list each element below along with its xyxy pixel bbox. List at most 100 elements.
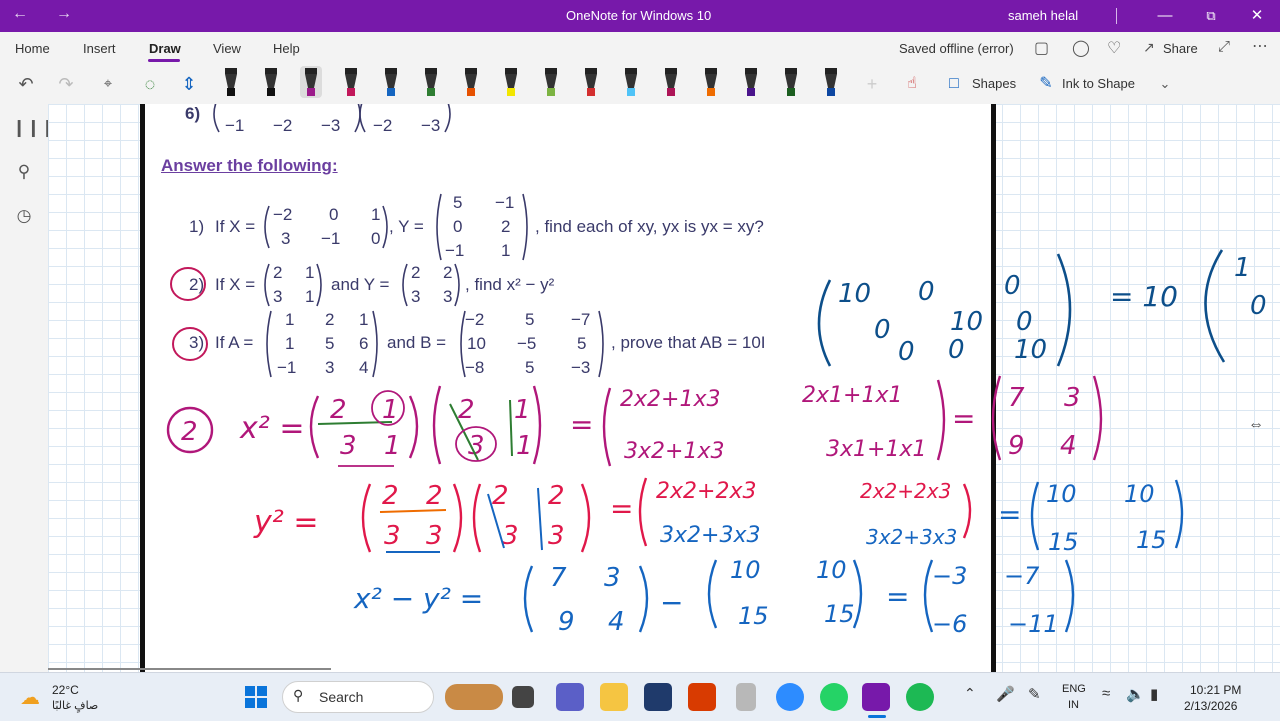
ink-to-shape-icon[interactable]: ✎ xyxy=(1032,70,1060,98)
task-view-icon[interactable] xyxy=(512,686,534,708)
search-icon: ⚲ xyxy=(293,687,304,703)
tab-view[interactable]: View xyxy=(213,41,241,56)
page-canvas[interactable]: 6) −1 −2 −3 −2 −3 Answer the following: … xyxy=(48,104,1280,672)
zoom-icon[interactable] xyxy=(776,683,804,711)
minimize-icon[interactable]: — xyxy=(1150,4,1180,28)
pen-swatch[interactable] xyxy=(780,66,802,98)
y2-m1-cell: 3 xyxy=(384,521,401,551)
share-icon[interactable]: ↗ xyxy=(1143,39,1155,56)
ten-i-partial-cell: 1 xyxy=(1234,253,1251,283)
text-select-icon[interactable]: ⌖ xyxy=(94,70,122,98)
wifi-icon[interactable]: ≈ xyxy=(1102,685,1110,702)
pen-swatch[interactable] xyxy=(380,66,402,98)
add-space-icon[interactable]: ⇕ xyxy=(175,70,203,98)
user-name[interactable]: sameh helal xyxy=(1008,8,1078,23)
y2-expand-cell: 2x2+2x3 xyxy=(860,479,951,503)
notebooks-icon[interactable]: ❙❙❙ xyxy=(12,116,55,140)
horizontal-scrollbar[interactable] xyxy=(48,668,331,670)
weather-temp[interactable]: 22°C xyxy=(52,683,79,697)
lasso-select-icon[interactable]: ◌ xyxy=(136,70,164,98)
diff-minus: − xyxy=(660,586,683,619)
pen-swatch[interactable] xyxy=(580,66,602,98)
svg-text:=: = xyxy=(952,402,975,435)
recent-icon[interactable]: ◷ xyxy=(12,204,36,228)
notebook-icon[interactable]: ▢ xyxy=(1034,38,1049,58)
back-arrow-icon[interactable]: ← xyxy=(12,5,28,23)
pen-swatch[interactable] xyxy=(340,66,362,98)
pen-swatch[interactable] xyxy=(820,66,842,98)
windows-start-icon[interactable] xyxy=(244,685,268,709)
whatsapp-icon[interactable] xyxy=(820,683,848,711)
clock-date[interactable]: 2/13/2026 xyxy=(1184,699,1237,713)
search-placeholder: Search xyxy=(319,689,364,705)
weather-desc[interactable]: صافٍ غالبًا xyxy=(52,699,98,712)
forward-arrow-icon[interactable]: → xyxy=(56,5,72,23)
lang-bottom[interactable]: IN xyxy=(1068,699,1079,711)
q3-circle xyxy=(172,327,208,361)
x2-m2-cell: 1 xyxy=(514,395,531,425)
clock-time[interactable]: 10:21 PM xyxy=(1190,683,1241,697)
undo-icon[interactable]: ↶ xyxy=(12,70,40,98)
ink-to-shape-toggle[interactable]: Ink to Shape xyxy=(1062,76,1135,91)
restore-icon[interactable]: ⧉ xyxy=(1196,4,1226,28)
svg-text:=: = xyxy=(570,408,593,441)
pen-swatch[interactable] xyxy=(300,66,322,98)
pen-swatch[interactable] xyxy=(700,66,722,98)
pen-swatch[interactable] xyxy=(260,66,282,98)
chevron-up-icon[interactable]: ⌃ xyxy=(964,685,976,702)
x2-expand-cell: 3x1+1x1 xyxy=(826,437,926,462)
x2-expand-cell: 3x2+1x3 xyxy=(624,439,724,464)
tab-insert[interactable]: Insert xyxy=(83,41,116,56)
office-icon[interactable] xyxy=(688,683,716,711)
tab-home[interactable]: Home xyxy=(15,41,50,56)
diff-m2-cell: 15 xyxy=(738,602,769,630)
pen-swatch[interactable] xyxy=(620,66,642,98)
close-icon[interactable]: ✕ xyxy=(1242,4,1272,28)
file-explorer-icon[interactable] xyxy=(600,683,628,711)
touch-draw-icon[interactable]: ☝ xyxy=(898,70,926,98)
chevron-down-icon[interactable]: ⌄ xyxy=(1151,70,1179,98)
pen-swatch[interactable] xyxy=(460,66,482,98)
taskbar-search-box[interactable]: ⚲ Search xyxy=(282,681,503,713)
tab-draw[interactable]: Draw xyxy=(149,41,181,56)
pen-swatch[interactable] xyxy=(740,66,762,98)
lightbulb-icon[interactable]: ◯ xyxy=(1072,38,1090,58)
svg-text:=: = xyxy=(610,492,633,525)
share-button[interactable]: Share xyxy=(1163,41,1198,56)
bell-icon[interactable]: ♡ xyxy=(1107,38,1121,58)
battery-icon[interactable]: ▮ xyxy=(1150,685,1158,703)
more-options-icon[interactable]: ⋯ xyxy=(1252,36,1268,56)
teams-icon[interactable] xyxy=(556,683,584,711)
calculator-icon[interactable] xyxy=(644,683,672,711)
redo-icon[interactable]: ↷ xyxy=(52,70,80,98)
ten-i-cell: 0 xyxy=(898,337,915,367)
onenote-icon[interactable] xyxy=(862,683,890,711)
diff-lhs: x² − y² = xyxy=(353,582,483,615)
tab-help[interactable]: Help xyxy=(273,41,300,56)
spotify-icon[interactable] xyxy=(906,683,934,711)
volume-icon[interactable]: 🔈 xyxy=(1126,685,1145,703)
y2-expand-cell: 3x2+3x3 xyxy=(660,523,760,548)
sync-status[interactable]: Saved offline (error) xyxy=(899,41,1014,56)
shapes-icon[interactable]: □ xyxy=(940,70,968,98)
pen-swatch[interactable] xyxy=(500,66,522,98)
search-icon[interactable]: ⚲ xyxy=(12,160,36,184)
ten-i-cell: 0 xyxy=(1016,307,1033,337)
shapes-button[interactable]: Shapes xyxy=(972,76,1016,91)
ink-layer[interactable]: 2 x² = 2 1 3 1 2 1 3 1 = 2x2+1x3 3x2+1x3 xyxy=(48,104,1280,672)
weather-icon[interactable]: ☁ xyxy=(20,685,40,710)
diff-m1-cell: 4 xyxy=(608,607,625,637)
pen-icon[interactable]: ✎ xyxy=(1028,685,1041,703)
ten-i-cell: 0 xyxy=(1004,271,1021,301)
pen-swatch[interactable] xyxy=(660,66,682,98)
pen-swatch[interactable] xyxy=(420,66,442,98)
ten-i-cell: 0 xyxy=(948,335,965,365)
microphone-icon[interactable]: 🎤 xyxy=(996,685,1015,703)
expand-icon[interactable]: ⤢ xyxy=(1218,38,1230,55)
phone-link-icon[interactable] xyxy=(736,683,756,711)
pen-swatch[interactable] xyxy=(220,66,242,98)
lang-top[interactable]: ENG xyxy=(1062,683,1086,695)
diff-m1-cell: 7 xyxy=(550,563,567,593)
add-pen-icon[interactable]: + xyxy=(858,70,886,98)
pen-swatch[interactable] xyxy=(540,66,562,98)
